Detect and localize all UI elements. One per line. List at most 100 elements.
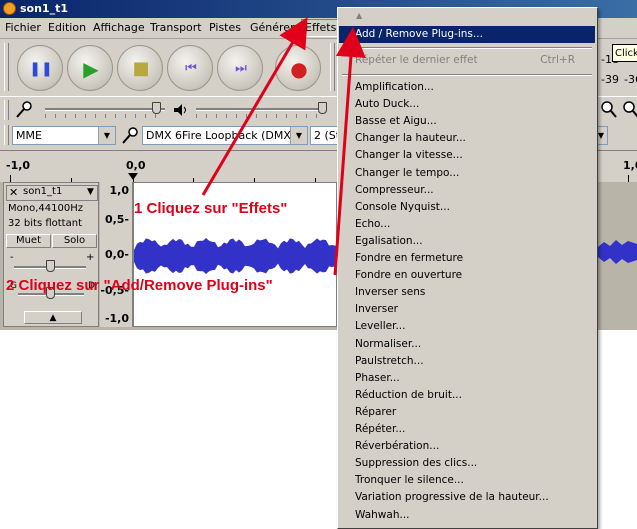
app-icon bbox=[3, 2, 16, 15]
menu-edition[interactable]: Edition bbox=[48, 21, 86, 34]
chevron-down-icon: ▼ bbox=[290, 127, 307, 144]
stop-icon: ■ bbox=[132, 58, 150, 79]
output-volume-track[interactable] bbox=[196, 108, 326, 111]
menu-item-effect[interactable]: Egalisation... bbox=[339, 233, 595, 250]
record-icon: ● bbox=[290, 57, 308, 81]
collapse-track-button[interactable]: ▲ bbox=[24, 311, 82, 324]
ruler-label-0: 0,0 bbox=[126, 159, 146, 172]
input-volume-thumb[interactable] bbox=[152, 102, 161, 114]
menu-item-effect[interactable]: Changer la vitesse... bbox=[339, 147, 595, 164]
menu-item-effect[interactable]: Réduction de bruit... bbox=[339, 387, 595, 404]
vruler-label: -1,0 bbox=[104, 312, 129, 325]
menu-item-effect[interactable]: Amplification... bbox=[339, 79, 595, 96]
solo-button[interactable]: Solo bbox=[52, 234, 97, 248]
menu-item-effect[interactable]: Paulstretch... bbox=[339, 353, 595, 370]
skip-end-icon: ⏭ bbox=[235, 61, 247, 76]
pause-icon: ❚❚ bbox=[29, 61, 53, 77]
zoom-in-icon[interactable] bbox=[600, 99, 618, 119]
waveform-tail bbox=[598, 240, 637, 264]
ruler-tick bbox=[628, 175, 629, 182]
input-volume-ticks bbox=[45, 114, 165, 118]
menu-item-effect[interactable]: Normaliser... bbox=[339, 336, 595, 353]
menu-item-effect[interactable]: Compresseur... bbox=[339, 182, 595, 199]
output-volume-thumb[interactable] bbox=[318, 102, 327, 114]
menu-item-add-remove-plugins[interactable]: Add / Remove Plug-ins... bbox=[339, 26, 595, 43]
scroll-up-icon[interactable]: ▲ bbox=[356, 11, 362, 20]
track-name-bar[interactable]: ✕ son1_t1 ▼ bbox=[6, 185, 98, 201]
menu-affichage[interactable]: Affichage bbox=[93, 21, 145, 34]
play-icon: ▶ bbox=[83, 57, 99, 81]
vruler-label: 1,0 bbox=[109, 184, 130, 197]
ruler-label-1: 1,0 bbox=[623, 159, 637, 172]
record-button[interactable]: ● bbox=[275, 45, 321, 91]
input-device-select[interactable]: DMX 6Fire Loopback (DMX 6fire) ▼ bbox=[142, 126, 308, 145]
gain-slider-thumb[interactable] bbox=[46, 260, 55, 272]
ruler-tick bbox=[10, 175, 11, 182]
ruler-tick bbox=[133, 175, 134, 182]
play-button[interactable]: ▶ bbox=[67, 45, 113, 91]
menu-item-effect[interactable]: Wahwah... bbox=[339, 507, 595, 524]
pause-button[interactable]: ❚❚ bbox=[17, 45, 63, 91]
vruler-label: 0,5- bbox=[104, 213, 129, 226]
menu-item-effect[interactable]: Changer la hauteur... bbox=[339, 130, 595, 147]
menu-item-effect[interactable]: Suppression des clics... bbox=[339, 455, 595, 472]
menu-item-effect[interactable]: Répéter... bbox=[339, 421, 595, 438]
speaker-icon bbox=[174, 104, 186, 116]
menu-item-effect[interactable]: Tronquer le silence... bbox=[339, 472, 595, 489]
annotation-step-2: 2 Cliquez sur "Add/Remove Plug-ins" bbox=[6, 277, 273, 294]
menu-item-effect[interactable]: Console Nyquist... bbox=[339, 199, 595, 216]
device-grip[interactable] bbox=[4, 125, 9, 145]
close-icon[interactable]: ✕ bbox=[9, 186, 18, 199]
ruler-label-neg1: -1,0 bbox=[6, 159, 31, 172]
menu-item-effect[interactable]: Basse et Aigu... bbox=[339, 113, 595, 130]
menu-transport[interactable]: Transport bbox=[150, 21, 202, 34]
menu-item-effect[interactable]: Leveller... bbox=[339, 318, 595, 335]
menu-separator bbox=[342, 47, 592, 49]
meter-scale-2: -36 bbox=[624, 73, 637, 86]
window-title: son1_t1 bbox=[20, 2, 69, 15]
menu-item-effect[interactable]: Phaser... bbox=[339, 370, 595, 387]
skip-end-button[interactable]: ⏭ bbox=[217, 45, 263, 91]
waveform-tail-path bbox=[598, 240, 637, 264]
menu-item-effect[interactable]: Echo... bbox=[339, 216, 595, 233]
chevron-down-icon: ▼ bbox=[98, 127, 115, 144]
toolbar-grip[interactable] bbox=[4, 43, 9, 91]
zoom-out-icon[interactable] bbox=[622, 99, 637, 119]
input-volume-track[interactable] bbox=[45, 108, 165, 111]
tooltip: Click bbox=[612, 44, 637, 62]
track-control-panel[interactable]: ✕ son1_t1 ▼ Mono,44100Hz 32 bits flottan… bbox=[3, 182, 99, 327]
annotation-step-1: 1 Cliquez sur "Effets" bbox=[134, 200, 288, 217]
menu-item-effect[interactable]: Réparer bbox=[339, 404, 595, 421]
menu-effets[interactable]: Effets bbox=[301, 19, 341, 37]
menu-pistes[interactable]: Pistes bbox=[209, 21, 241, 34]
menu-item-effect[interactable]: Inverser sens bbox=[339, 284, 595, 301]
menu-fichier[interactable]: Fichier bbox=[5, 21, 41, 34]
mute-button[interactable]: Muet bbox=[6, 234, 51, 248]
waveform-path bbox=[134, 238, 336, 274]
microphone-icon bbox=[16, 101, 32, 118]
menu-item-effect[interactable]: Fondre en ouverture bbox=[339, 267, 595, 284]
menu-separator bbox=[342, 74, 592, 76]
menu-item-effect[interactable]: Auto Duck... bbox=[339, 96, 595, 113]
menu-item-repeat-last-effect: Répéter le dernier effet Ctrl+R bbox=[355, 54, 575, 66]
menu-generer[interactable]: Générer bbox=[250, 21, 295, 34]
skip-start-button[interactable]: ⏮ bbox=[167, 45, 213, 91]
menu-item-effect[interactable]: Inverser bbox=[339, 301, 595, 318]
output-volume-ticks bbox=[196, 114, 326, 118]
mixer-grip[interactable] bbox=[4, 100, 9, 120]
vertical-ruler: 1,0 0,5- 0,0- -0,5- -1,0 bbox=[100, 182, 133, 327]
menu-item-effect[interactable]: Réverbération... bbox=[339, 438, 595, 455]
menu-item-effect[interactable]: Fondre en fermeture bbox=[339, 250, 595, 267]
effects-dropdown-menu: ▲ Add / Remove Plug-ins... Répéter le de… bbox=[337, 7, 598, 529]
track-bit-depth: 32 bits flottant bbox=[8, 218, 82, 229]
chevron-down-icon[interactable]: ▼ bbox=[87, 187, 94, 197]
microphone-icon bbox=[122, 127, 138, 144]
host-select[interactable]: MME ▼ bbox=[12, 126, 116, 145]
stop-button[interactable]: ■ bbox=[117, 45, 163, 91]
menu-item-effect[interactable]: Variation progressive de la hauteur... bbox=[339, 489, 595, 506]
vruler-label: 0,0- bbox=[104, 248, 129, 261]
meter-scale-1: -39 bbox=[601, 73, 619, 86]
menu-item-effect[interactable]: Changer le tempo... bbox=[339, 165, 595, 182]
track-format: Mono,44100Hz bbox=[8, 203, 83, 214]
track-name: son1_t1 bbox=[23, 186, 63, 197]
